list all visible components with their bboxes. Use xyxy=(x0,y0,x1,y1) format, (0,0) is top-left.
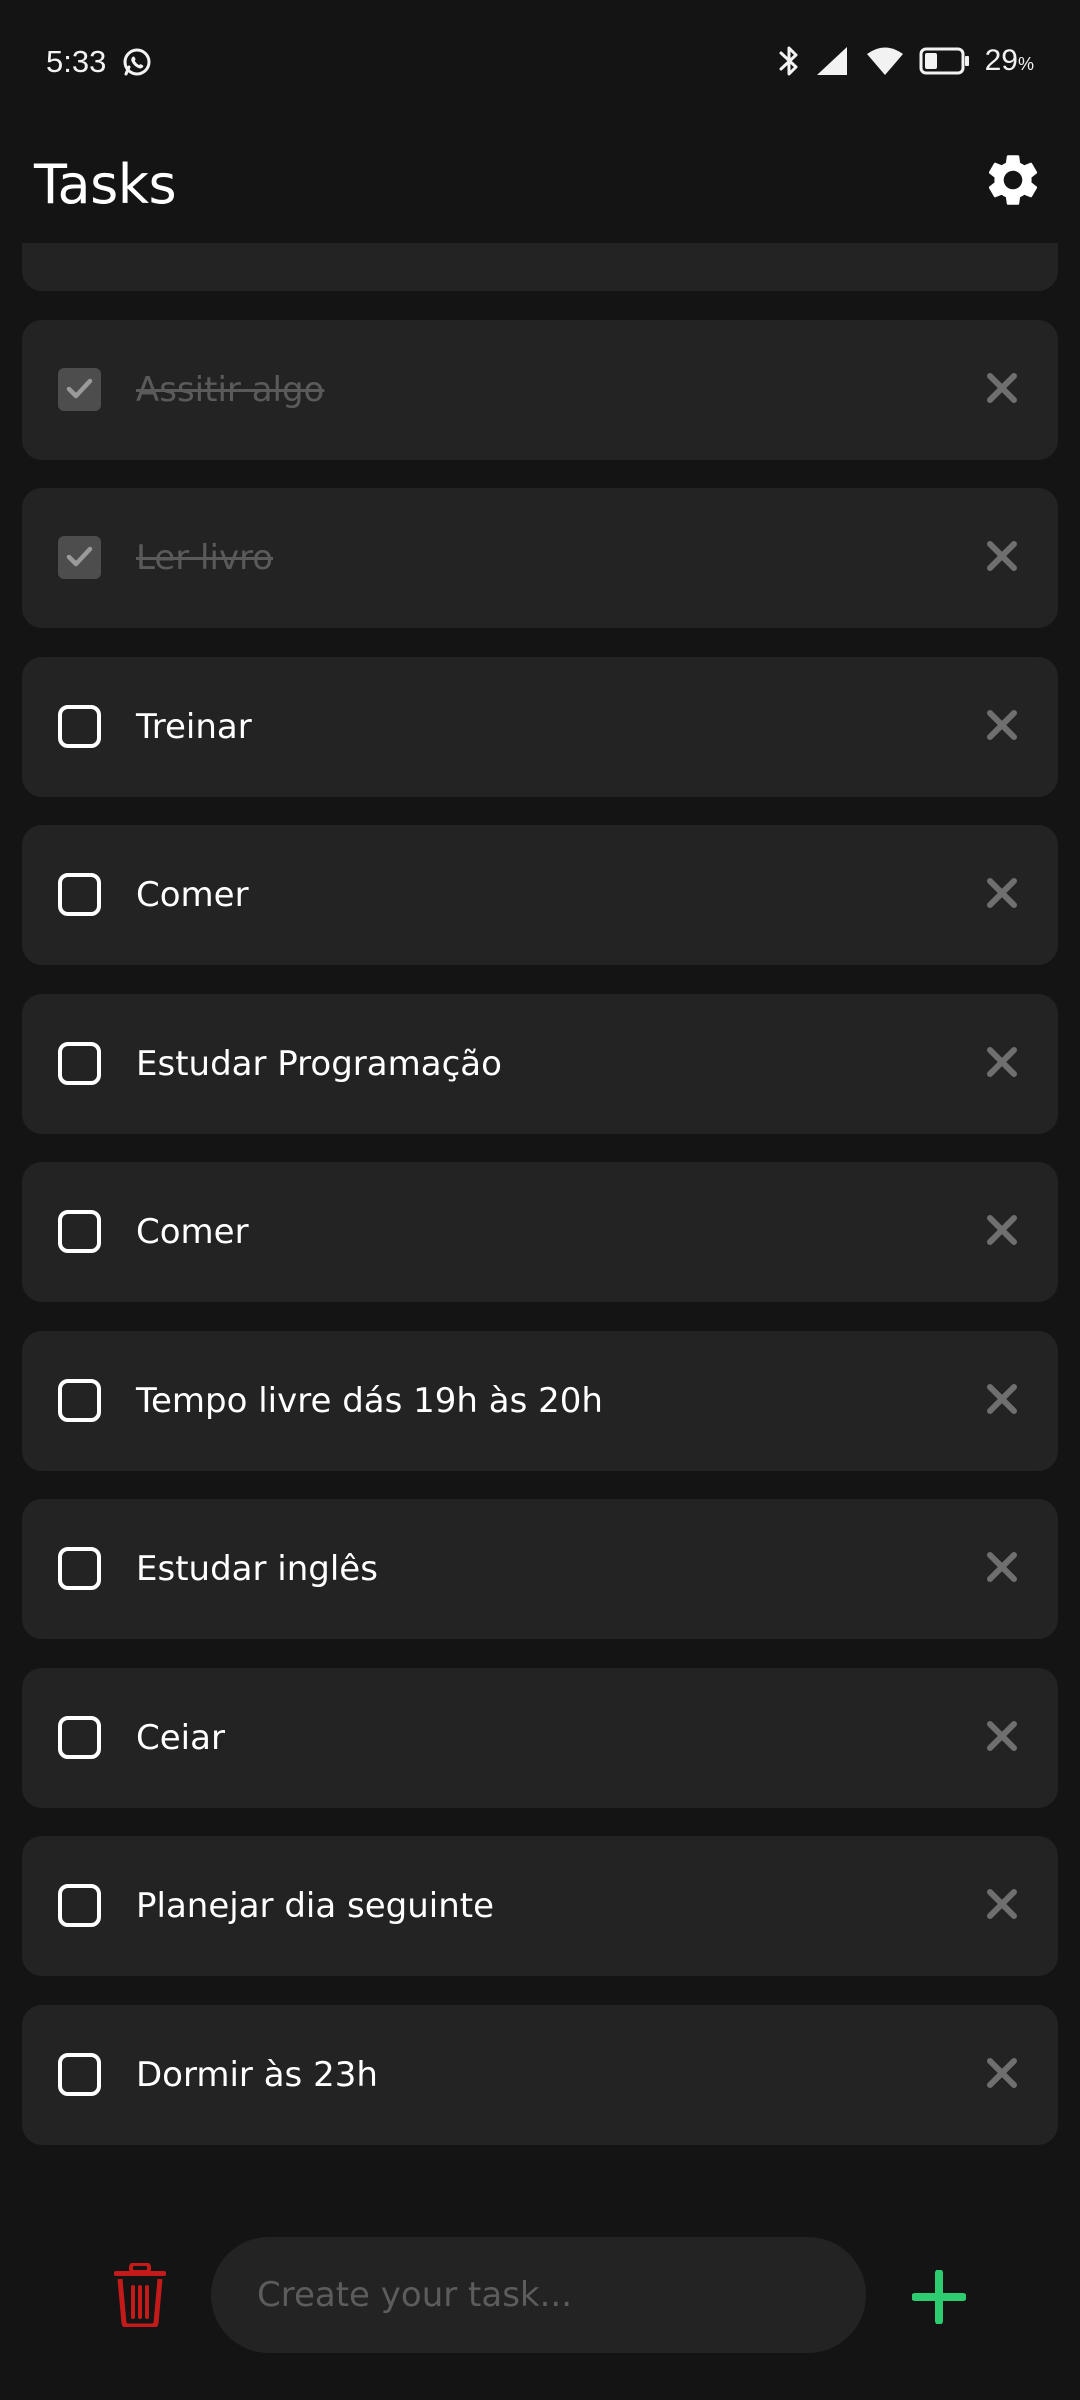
signal-icon xyxy=(816,47,847,75)
checkmark-icon xyxy=(66,546,93,567)
close-icon[interactable] xyxy=(982,1042,1022,1082)
trash-icon[interactable] xyxy=(112,2263,168,2327)
task-label: Planejar dia seguinte xyxy=(136,1886,494,1926)
status-time: 5:33 xyxy=(46,44,107,79)
task-item[interactable]: Comer xyxy=(22,1162,1058,1302)
checkbox-checked[interactable] xyxy=(58,367,101,411)
task-item[interactable]: Ceiar xyxy=(22,1667,1058,1808)
status-bar: 5:33 29% xyxy=(0,0,1080,125)
task-label: Ceiar xyxy=(136,1717,225,1758)
checkbox-unchecked[interactable] xyxy=(58,1041,101,1085)
task-label: Tempo livre dás 19h às 20h xyxy=(136,1380,603,1421)
close-icon[interactable] xyxy=(982,2053,1022,2093)
battery-icon xyxy=(919,47,969,75)
checkmark-icon xyxy=(66,378,93,398)
close-icon[interactable] xyxy=(982,1210,1022,1250)
close-icon[interactable] xyxy=(982,1716,1022,1756)
close-icon[interactable] xyxy=(982,705,1022,745)
task-item[interactable]: Ler livro xyxy=(22,488,1058,628)
wifi-icon xyxy=(866,47,903,75)
checkbox-unchecked[interactable] xyxy=(58,1884,101,1927)
whatsapp-icon xyxy=(123,48,151,76)
task-item[interactable]: Treinar xyxy=(22,656,1058,797)
close-icon[interactable] xyxy=(982,1379,1022,1419)
checkbox-unchecked[interactable] xyxy=(58,2052,101,2096)
page-title: Tasks xyxy=(34,153,177,216)
close-icon[interactable] xyxy=(982,1547,1022,1587)
checkbox-unchecked[interactable] xyxy=(58,1378,101,1422)
task-item[interactable]: Dormir às 23h xyxy=(22,2004,1058,2145)
checkbox-checked[interactable] xyxy=(58,536,101,579)
task-label: Comer xyxy=(136,1212,249,1252)
checkbox-unchecked[interactable] xyxy=(58,704,101,748)
battery-percent: 29% xyxy=(984,44,1034,77)
task-item[interactable]: Estudar inglês xyxy=(22,1499,1058,1639)
task-item[interactable]: Comer xyxy=(22,243,1058,291)
checkbox-unchecked[interactable] xyxy=(58,873,101,916)
task-label: Ler livro xyxy=(136,538,274,578)
task-input[interactable] xyxy=(211,2237,866,2353)
task-item[interactable]: Planejar dia seguinte xyxy=(22,1836,1058,1976)
bottom-bar xyxy=(0,2200,1080,2400)
task-label: Estudar inglês xyxy=(136,1549,378,1589)
plus-icon[interactable] xyxy=(912,2270,966,2324)
close-icon[interactable] xyxy=(982,1884,1022,1924)
app-header: Tasks xyxy=(0,125,1080,243)
status-icons: 29% xyxy=(777,44,1034,78)
task-label: Estudar Programação xyxy=(136,1043,502,1084)
bluetooth-icon xyxy=(779,46,798,76)
task-label: Assitir algo xyxy=(136,369,325,410)
task-label: Comer xyxy=(136,875,249,915)
task-list[interactable]: Comer Assitir algo Ler livro Treinar Comer E… xyxy=(0,243,1080,2200)
task-label: Dormir às 23h xyxy=(136,2054,378,2095)
checkbox-unchecked[interactable] xyxy=(58,1715,101,1759)
task-item[interactable]: Tempo livre dás 19h às 20h xyxy=(22,1330,1058,1471)
gear-icon[interactable] xyxy=(982,149,1044,211)
close-icon[interactable] xyxy=(982,873,1022,913)
task-item[interactable]: Estudar Programação xyxy=(22,993,1058,1134)
checkbox-unchecked[interactable] xyxy=(58,1210,101,1253)
close-icon[interactable] xyxy=(982,368,1022,408)
checkbox-unchecked[interactable] xyxy=(58,1547,101,1590)
task-label: Treinar xyxy=(136,706,252,747)
close-icon[interactable] xyxy=(982,536,1022,576)
task-item[interactable]: Comer xyxy=(22,825,1058,965)
task-item[interactable]: Assitir algo xyxy=(22,319,1058,460)
